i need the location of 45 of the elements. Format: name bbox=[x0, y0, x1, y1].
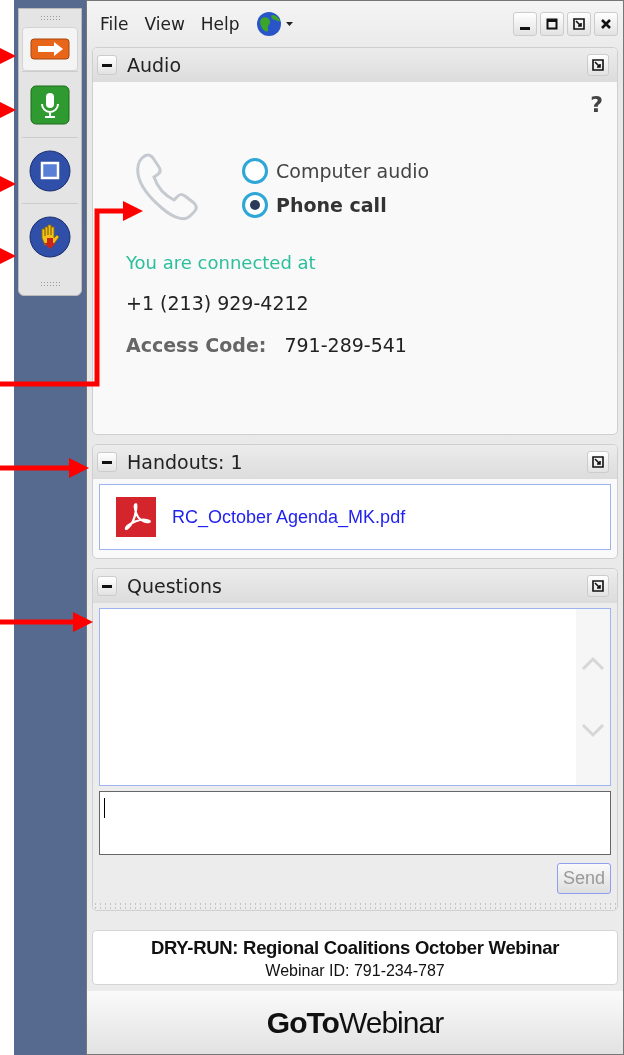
undock-icon bbox=[592, 580, 604, 592]
panel-title: Questions bbox=[127, 575, 222, 597]
webinar-id: Webinar ID: 791-234-787 bbox=[265, 962, 445, 980]
menu-item[interactable]: File bbox=[100, 14, 129, 34]
pdf-icon bbox=[116, 497, 156, 537]
connection-status: You are connected at bbox=[126, 252, 317, 273]
collapse-button[interactable] bbox=[97, 55, 117, 75]
maximize-button[interactable] bbox=[540, 12, 564, 36]
help-icon[interactable]: ? bbox=[590, 92, 603, 117]
close-icon bbox=[600, 18, 612, 30]
panel-title: Handouts: 1 bbox=[127, 451, 243, 473]
language-button[interactable] bbox=[255, 11, 294, 37]
undock-button[interactable] bbox=[567, 12, 591, 36]
logo: GoToWebinar bbox=[266, 1005, 444, 1040]
webinar-title: DRY-RUN: Regional Coalitions October Webinar bbox=[150, 937, 560, 959]
minimize-icon bbox=[520, 27, 530, 30]
minimize-button[interactable] bbox=[513, 12, 537, 36]
maximize-icon bbox=[546, 18, 558, 30]
radio-option[interactable]: Phone call bbox=[242, 192, 430, 218]
globe-icon bbox=[255, 11, 294, 37]
annotation-arrow bbox=[0, 46, 16, 66]
text-cursor bbox=[104, 798, 105, 818]
access-code-label: Access Code: bbox=[126, 334, 267, 356]
undock-icon bbox=[592, 59, 604, 71]
show-panel-button[interactable] bbox=[22, 27, 78, 71]
close-button[interactable] bbox=[594, 12, 618, 36]
undock-icon bbox=[573, 18, 585, 30]
menu-item[interactable]: View bbox=[144, 14, 185, 34]
microphone-icon bbox=[30, 84, 70, 125]
annotation-arrow bbox=[0, 100, 16, 120]
collapse-button[interactable] bbox=[97, 452, 117, 472]
access-code: 791-289-541 bbox=[284, 334, 407, 356]
undock-button[interactable] bbox=[587, 451, 609, 473]
radio-option[interactable]: Computer audio bbox=[242, 158, 430, 184]
hand-icon bbox=[29, 215, 71, 258]
collapse-button[interactable] bbox=[97, 576, 117, 596]
file-link[interactable]: RC_October Agenda_MK.pdf bbox=[172, 506, 406, 528]
panel-title: Audio bbox=[127, 54, 181, 76]
undock-button[interactable] bbox=[587, 54, 609, 76]
annotation-arrow bbox=[0, 174, 16, 194]
undock-icon bbox=[592, 456, 604, 468]
undock-button[interactable] bbox=[587, 575, 609, 597]
question-input[interactable] bbox=[99, 791, 611, 855]
menu-item[interactable]: Help bbox=[200, 14, 240, 34]
phone-number: +1 (213) 929-4212 bbox=[126, 292, 310, 314]
